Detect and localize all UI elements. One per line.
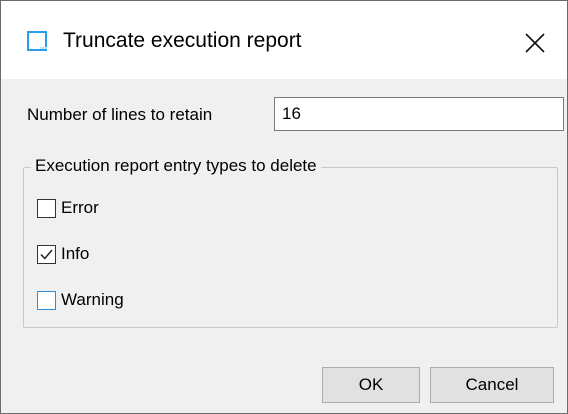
lines-to-retain-input[interactable] [274,97,564,131]
info-checkbox-row[interactable]: Info [37,243,89,265]
info-checkbox[interactable] [37,244,56,264]
close-button[interactable] [515,23,555,63]
close-icon [525,33,545,53]
error-checkbox-label: Error [61,198,99,217]
window-app-icon [27,31,47,51]
warning-checkbox-label: Warning [61,290,124,309]
dialog-title: Truncate execution report [63,29,302,52]
checkmark-icon [40,249,53,260]
title-bar: Truncate execution report [1,1,567,79]
warning-checkbox-row[interactable]: Warning [37,289,124,311]
error-checkbox-row[interactable]: Error [37,197,99,219]
warning-checkbox[interactable] [37,290,56,310]
truncate-dialog: Truncate execution report Number of line… [0,0,568,414]
entry-types-legend: Execution report entry types to delete [31,155,321,177]
error-checkbox[interactable] [37,198,56,218]
cancel-button[interactable]: Cancel [430,367,554,403]
info-checkbox-label: Info [61,244,90,263]
lines-to-retain-label: Number of lines to retain [27,105,213,124]
ok-button[interactable]: OK [322,367,420,403]
